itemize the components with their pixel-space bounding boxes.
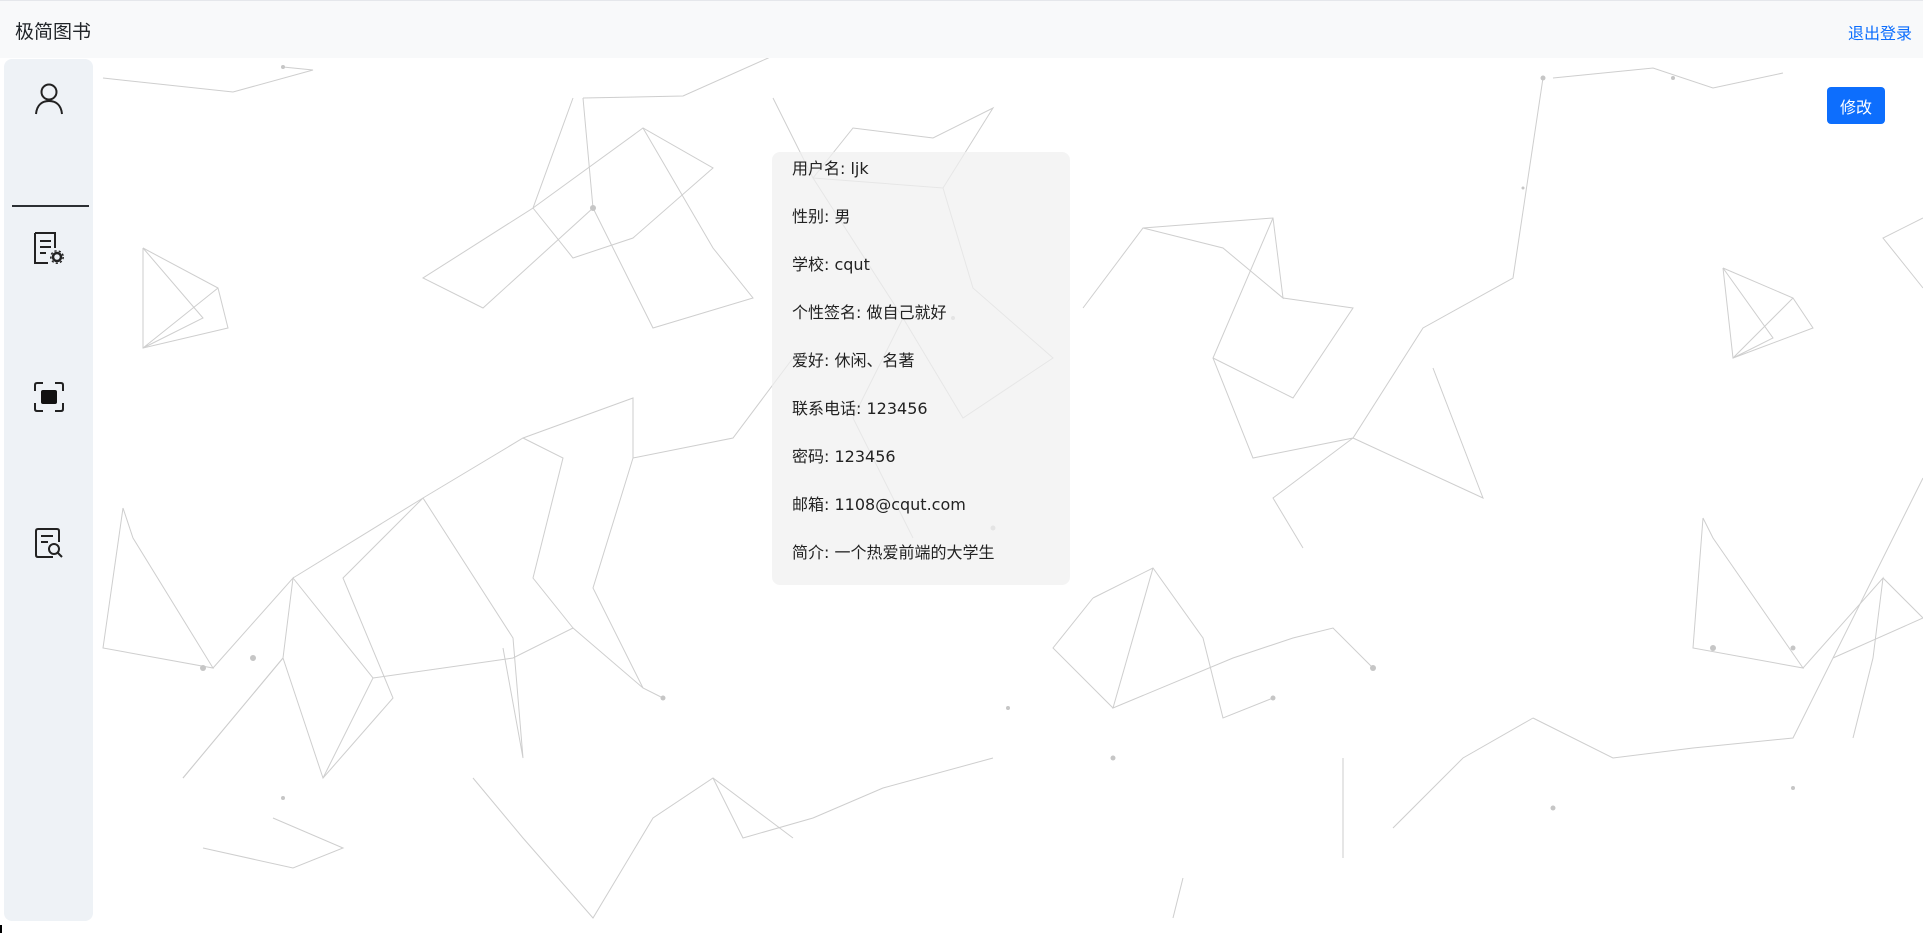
document-settings-icon bbox=[32, 230, 66, 270]
scan-icon bbox=[33, 381, 65, 417]
sidebar-item-profile[interactable] bbox=[4, 69, 93, 133]
profile-field-hobbies: 爱好: 休闲、名著 bbox=[792, 351, 915, 370]
sidebar bbox=[4, 59, 93, 921]
profile-field-username: 用户名: ljk bbox=[792, 159, 869, 178]
edit-button[interactable]: 修改 bbox=[1827, 87, 1885, 124]
profile-field-gender: 性别: 男 bbox=[792, 207, 851, 226]
profile-field-school: 学校: cqut bbox=[792, 255, 870, 274]
text-cursor-mark bbox=[0, 925, 2, 933]
profile-field-phone: 联系电话: 123456 bbox=[792, 399, 928, 418]
sidebar-item-scan[interactable] bbox=[4, 367, 93, 431]
document-search-icon bbox=[33, 526, 65, 564]
sidebar-item-manage[interactable] bbox=[4, 218, 93, 282]
person-icon bbox=[33, 82, 65, 120]
profile-field-intro: 简介: 一个热爱前端的大学生 bbox=[792, 543, 995, 562]
app-title: 极简图书 bbox=[15, 21, 92, 43]
logout-link[interactable]: 退出登录 bbox=[1848, 20, 1912, 44]
profile-field-email: 邮箱: 1108@cqut.com bbox=[792, 495, 966, 514]
profile-field-signature: 个性签名: 做自己就好 bbox=[792, 303, 947, 322]
profile-card: 用户名: ljk 性别: 男 学校: cqut 个性签名: 做自己就好 爱好: … bbox=[772, 152, 1070, 585]
profile-field-password: 密码: 123456 bbox=[792, 447, 896, 466]
sidebar-item-search[interactable] bbox=[4, 513, 93, 577]
sidebar-divider bbox=[12, 205, 89, 207]
top-navbar: 极简图书 退出登录 bbox=[0, 0, 1923, 58]
